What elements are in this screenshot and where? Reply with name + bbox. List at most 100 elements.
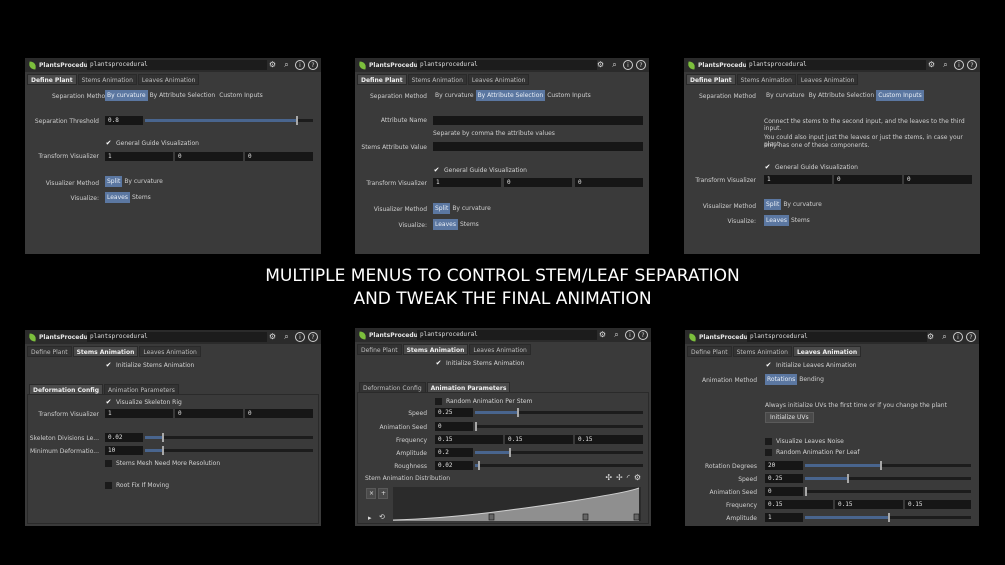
tab-stems-animation[interactable]: Stems Animation [407, 74, 467, 85]
search-icon[interactable]: ⌕ [281, 331, 292, 342]
curve-icon[interactable]: ◜ [627, 473, 630, 482]
separation-option-custom[interactable]: Custom Inputs [545, 90, 593, 101]
animation-seed-slider[interactable] [805, 487, 971, 496]
skeleton-divisions-slider[interactable] [145, 433, 313, 442]
roughness-field[interactable]: 0.02 [435, 461, 473, 470]
random-per-stem-checkbox[interactable]: Random Animation Per Stem [435, 398, 532, 405]
ramp-delete-button[interactable]: × [366, 488, 376, 499]
amplitude-slider[interactable] [805, 513, 971, 522]
amplitude-slider[interactable] [475, 448, 643, 457]
separation-threshold-slider[interactable] [145, 116, 313, 125]
visualize-option-leaves[interactable]: Leaves [105, 192, 130, 203]
separation-option-custom[interactable]: Custom Inputs [876, 90, 924, 101]
search-icon[interactable]: ⌕ [281, 59, 292, 70]
visualizer-option-curvature[interactable]: By curvature [122, 176, 165, 187]
guide-visualization-checkbox[interactable]: ✔ General Guide Visualization [433, 167, 527, 175]
tab-leaves-animation[interactable]: Leaves Animation [796, 74, 859, 85]
ramp-key-end[interactable] [633, 513, 640, 521]
animation-seed-slider[interactable] [475, 422, 643, 431]
transform-visualizer-y[interactable]: 0 [504, 178, 572, 187]
subtab-deformation-config[interactable]: Deformation Config [29, 384, 103, 395]
transform-visualizer-z[interactable]: 0 [575, 178, 643, 187]
animation-seed-field[interactable]: 0 [765, 487, 803, 496]
subtab-deformation-config[interactable]: Deformation Config [359, 382, 426, 393]
transform-visualizer-z[interactable]: 0 [245, 409, 313, 418]
tab-define-plant[interactable]: Define Plant [27, 74, 77, 85]
stems-attribute-value-field[interactable] [433, 142, 643, 151]
add-point-icon[interactable]: ✢ [616, 473, 623, 482]
visualize-option-leaves[interactable]: Leaves [433, 219, 458, 230]
random-per-leaf-checkbox[interactable]: Random Animation Per Leaf [765, 449, 859, 456]
visualize-option-stems[interactable]: Stems [788, 215, 812, 226]
gear-icon[interactable]: ⚙ [597, 329, 608, 340]
node-name-field[interactable]: plantsprocedural [417, 330, 597, 340]
tab-stems-animation[interactable]: Stems Animation [402, 344, 469, 355]
tab-stems-animation[interactable]: Stems Animation [72, 346, 139, 357]
animation-option-bending[interactable]: Bending [797, 374, 826, 385]
gear-icon[interactable]: ⚙ [925, 331, 936, 342]
initialize-leaves-checkbox[interactable]: ✔ Initialize Leaves Animation [765, 362, 857, 370]
transform-visualizer-y[interactable]: 0 [175, 152, 243, 161]
visualize-option-stems[interactable]: Stems [129, 192, 153, 203]
tab-define-plant[interactable]: Define Plant [357, 74, 407, 85]
node-name-field[interactable]: plantsprocedural [746, 60, 926, 70]
separation-option-curvature[interactable]: By curvature [433, 90, 476, 101]
initialize-uvs-button[interactable]: Initialize UVs [765, 412, 814, 423]
help-icon[interactable]: ? [967, 60, 977, 70]
visualize-skeleton-checkbox[interactable]: ✔ Visualize Skeleton Rig [105, 399, 182, 407]
amplitude-field[interactable]: 1 [765, 513, 803, 522]
rotation-degrees-field[interactable]: 20 [765, 461, 803, 470]
tab-stems-animation[interactable]: Stems Animation [736, 74, 796, 85]
info-icon[interactable]: i [623, 60, 633, 70]
subtab-animation-parameters[interactable]: Animation Parameters [426, 382, 511, 393]
help-icon[interactable]: ? [308, 60, 318, 70]
gear-icon[interactable]: ⚙ [926, 59, 937, 70]
help-icon[interactable]: ? [636, 60, 646, 70]
speed-slider[interactable] [475, 408, 643, 417]
root-fix-checkbox[interactable]: Root Fix If Moving [105, 482, 169, 489]
frequency-y[interactable]: 0.15 [835, 500, 903, 509]
play-icon[interactable]: ▸ [368, 514, 372, 522]
node-name-field[interactable]: plantsprocedural [747, 332, 927, 342]
visualizer-option-split[interactable]: Split [105, 176, 123, 187]
search-icon[interactable]: ⌕ [940, 59, 951, 70]
separation-threshold-field[interactable]: 0.8 [105, 116, 143, 125]
transform-visualizer-z[interactable]: 0 [904, 175, 972, 184]
separation-option-curvature[interactable]: By curvature [105, 90, 148, 101]
speed-field[interactable]: 0.25 [765, 474, 803, 483]
roughness-slider[interactable] [475, 461, 643, 470]
tab-leaves-animation[interactable]: Leaves Animation [469, 344, 531, 355]
tab-stems-animation[interactable]: Stems Animation [732, 346, 792, 357]
node-name-field[interactable]: plantsprocedural [87, 332, 267, 342]
frequency-y[interactable]: 0.15 [505, 435, 573, 444]
speed-field[interactable]: 0.25 [435, 408, 473, 417]
transform-visualizer-x[interactable]: 1 [105, 409, 173, 418]
tab-define-plant[interactable]: Define Plant [27, 346, 72, 357]
separation-option-attribute[interactable]: By Attribute Selection [806, 90, 877, 101]
help-icon[interactable]: ? [308, 332, 318, 342]
tab-define-plant[interactable]: Define Plant [687, 346, 732, 357]
separation-option-curvature[interactable]: By curvature [764, 90, 807, 101]
gear-icon[interactable]: ⚙ [595, 59, 606, 70]
initialize-stems-checkbox[interactable]: ✔ Initialize Stems Animation [435, 360, 525, 368]
gear-icon[interactable]: ⚙ [267, 59, 278, 70]
visualize-option-leaves[interactable]: Leaves [764, 215, 789, 226]
initialize-stems-checkbox[interactable]: ✔ Initialize Stems Animation [105, 362, 195, 370]
separation-option-custom[interactable]: Custom Inputs [217, 90, 265, 101]
info-icon[interactable]: i [625, 330, 635, 340]
separation-option-attribute[interactable]: By Attribute Selection [147, 90, 218, 101]
mesh-resolution-checkbox[interactable]: Stems Mesh Need More Resolution [105, 460, 220, 467]
visualizer-option-split[interactable]: Split [433, 203, 451, 214]
tab-leaves-animation[interactable]: Leaves Animation [139, 346, 201, 357]
info-icon[interactable]: i [295, 60, 305, 70]
minimum-deformation-field[interactable]: 10 [105, 446, 143, 455]
ramp-key-mid[interactable] [582, 513, 589, 521]
animation-option-rotations[interactable]: Rotations [765, 374, 798, 385]
distribution-ramp[interactable] [393, 487, 641, 521]
search-icon[interactable]: ⌕ [611, 329, 622, 340]
reset-icon[interactable]: ⟲ [379, 513, 385, 521]
move-icon[interactable]: ✣ [605, 473, 612, 482]
transform-visualizer-x[interactable]: 1 [764, 175, 832, 184]
frequency-x[interactable]: 0.15 [435, 435, 503, 444]
ramp-add-button[interactable]: + [378, 488, 388, 499]
